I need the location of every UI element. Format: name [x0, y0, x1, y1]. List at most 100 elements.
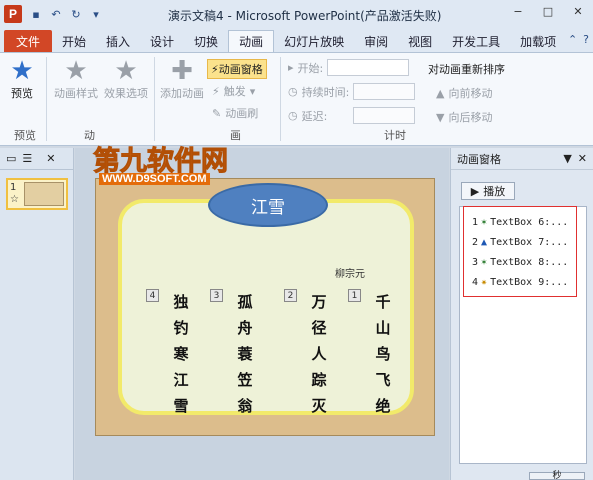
ribbon-right-controls: ⌃ ?	[568, 33, 589, 46]
collapse-ribbon-icon[interactable]: ⌃	[568, 33, 577, 46]
tab-slideshow[interactable]: 幻灯片放映	[274, 30, 354, 52]
tab-review[interactable]: 审阅	[354, 30, 398, 52]
tab-developer[interactable]: 开发工具	[442, 30, 510, 52]
reorder-title: 对动画重新排序	[428, 63, 505, 76]
window-title: 演示文稿4 - Microsoft PowerPoint(产品激活失败)	[168, 9, 442, 23]
tab-addins[interactable]: 加载项	[510, 30, 566, 52]
delay-spinner[interactable]	[353, 107, 416, 124]
animation-styles-button[interactable]: ★ 动画样式	[54, 56, 98, 101]
slide-content-frame: 柳宗元 4 独钓寒江雪 3 孤舟蓑笠翁 2 万径人踪灭 1 千山鸟飞绝	[118, 199, 414, 415]
undo-icon[interactable]: ↶	[48, 6, 64, 22]
help-icon[interactable]: ?	[583, 33, 589, 46]
animation-pane-icon: ⚡	[211, 63, 219, 76]
tab-animations[interactable]: 动画	[228, 30, 275, 52]
trigger-button[interactable]: ⚡ 触发 ▾	[212, 83, 255, 99]
maximize-button[interactable]: □	[533, 0, 563, 22]
close-pane-icon[interactable]: ✕	[578, 152, 587, 165]
delay-control: ◷ 延迟:	[288, 107, 416, 124]
preview-star-icon: ★	[10, 56, 34, 86]
timeline-seconds-control[interactable]: 秒	[529, 472, 585, 480]
slide-editing-area: 柳宗元 4 独钓寒江雪 3 孤舟蓑笠翁 2 万径人踪灭 1 千山鸟飞绝 江雪	[75, 148, 449, 480]
duration-icon: ◷	[288, 85, 298, 98]
group-advanced-label: 画	[230, 129, 241, 142]
poem-line-2[interactable]: 万径人踪灭	[310, 289, 328, 419]
poem-line-text: 千山鸟飞绝	[375, 293, 391, 415]
tab-design[interactable]: 设计	[140, 30, 184, 52]
tab-home[interactable]: 开始	[52, 30, 96, 52]
site-watermark-logo: 第九软件网 WWW.D9SOFT.COM	[93, 139, 231, 193]
redo-icon[interactable]: ↻	[68, 6, 84, 22]
separator	[154, 57, 155, 141]
add-animation-button[interactable]: ✚ 添加动画	[160, 56, 204, 101]
animation-tag[interactable]: 1	[348, 289, 361, 302]
preview-button[interactable]: ★ 预览	[8, 56, 36, 101]
play-button[interactable]: ▶ 播放	[461, 182, 515, 200]
delay-icon: ◷	[288, 109, 298, 122]
title-bar: P ▪ ↶ ↻ ▾ 演示文稿4 - Microsoft PowerPoint(产…	[0, 0, 593, 28]
poem-line-text: 独钓寒江雪	[173, 293, 189, 415]
move-later-label: 向后移动	[448, 111, 493, 124]
start-icon: ▸	[288, 61, 294, 74]
animation-pane: 动画窗格 ▼ ✕ ▶ 播放 1 ✶ TextBox 6:... 2 ▲ TextB…	[450, 148, 593, 480]
poem-line-text: 孤舟蓑笠翁	[237, 293, 253, 415]
group-preview-label: 预览	[14, 129, 36, 142]
start-label: 开始:	[297, 61, 324, 75]
animation-tag[interactable]: 2	[284, 289, 297, 302]
trigger-label: 触发	[223, 85, 246, 98]
pane-menu-icon[interactable]: ▼	[563, 152, 571, 165]
move-earlier-label: 向前移动	[448, 87, 493, 100]
add-animation-label: 添加动画	[160, 87, 204, 100]
close-button[interactable]: ✕	[563, 0, 593, 22]
effect-options-button[interactable]: ★ 效果选项	[104, 56, 148, 101]
painter-icon: ✎	[212, 106, 222, 120]
poem-line-1[interactable]: 千山鸟飞绝	[374, 289, 392, 419]
slides-pane: ▭ ☰ ✕ 1 ☆	[0, 148, 74, 480]
effect-options-icon: ★	[114, 56, 138, 86]
animation-pane-button[interactable]: ⚡动画窗格	[207, 59, 267, 79]
animation-painter-label: 动画刷	[225, 107, 259, 120]
move-earlier-button[interactable]: ▲ 向前移动	[436, 85, 492, 101]
start-control: ▸ 开始:	[288, 59, 410, 76]
animation-star-icon: ☆	[10, 194, 19, 205]
group-timing-label: 计时	[384, 129, 406, 142]
trigger-icon: ⚡	[212, 84, 220, 98]
slides-tab-icon[interactable]: ▭	[6, 152, 16, 165]
watermark-url: WWW.D9SOFT.COM	[99, 173, 210, 185]
animation-tag[interactable]: 4	[146, 289, 159, 302]
slide-thumbnail-1[interactable]: 1 ☆	[6, 178, 68, 210]
start-combo[interactable]	[327, 59, 410, 76]
animation-styles-icon: ★	[64, 56, 88, 86]
ribbon-animations: ★ 预览 预览 ★ 动画样式 ★ 效果选项 动 ✚ 添加动画 ⚡动画窗格 ⚡ 触发…	[0, 52, 593, 146]
tab-view[interactable]: 视图	[398, 30, 442, 52]
animation-tag[interactable]: 3	[210, 289, 223, 302]
quick-access-toolbar: ▪ ↶ ↻ ▾	[28, 6, 104, 22]
separator	[280, 57, 281, 141]
poem-line-3[interactable]: 孤舟蓑笠翁	[236, 289, 254, 419]
outline-tab-icon[interactable]: ☰	[22, 152, 32, 165]
ribbon-tabs: 文件 开始 插入 设计 切换 动画 幻灯片放映 审阅 视图 开发工具 加载项 ⌃…	[0, 28, 593, 52]
poem-author[interactable]: 柳宗元	[335, 265, 365, 280]
slide-number: 1	[10, 182, 17, 193]
preview-button-label: 预览	[11, 87, 33, 100]
delay-label: 延迟:	[301, 109, 328, 123]
minimize-button[interactable]: −	[503, 0, 533, 22]
tab-file[interactable]: 文件	[4, 30, 52, 52]
thumbnail-preview	[24, 182, 64, 206]
window-controls: − □ ✕	[503, 0, 593, 22]
dropdown-arrow-icon: ▾	[249, 84, 256, 98]
animation-painter-button[interactable]: ✎ 动画刷	[212, 105, 258, 121]
tab-insert[interactable]: 插入	[96, 30, 140, 52]
close-pane-icon[interactable]: ✕	[46, 152, 55, 165]
duration-spinner[interactable]	[353, 83, 416, 100]
tab-transitions[interactable]: 切换	[184, 30, 228, 52]
animation-pane-label: 动画窗格	[218, 63, 263, 76]
customize-toolbar-icon[interactable]: ▾	[88, 6, 104, 22]
move-later-button[interactable]: ▼ 向后移动	[436, 109, 492, 125]
save-icon[interactable]: ▪	[28, 6, 44, 22]
poem-line-4[interactable]: 独钓寒江雪	[172, 289, 190, 419]
animation-pane-title: 动画窗格	[457, 152, 501, 166]
powerpoint-app-icon[interactable]: P	[4, 5, 22, 23]
poem-line-text: 万径人踪灭	[311, 293, 327, 415]
slides-pane-tabs: ▭ ☰ ✕	[0, 148, 73, 170]
slide-canvas[interactable]: 柳宗元 4 独钓寒江雪 3 孤舟蓑笠翁 2 万径人踪灭 1 千山鸟飞绝 江雪	[95, 178, 435, 436]
